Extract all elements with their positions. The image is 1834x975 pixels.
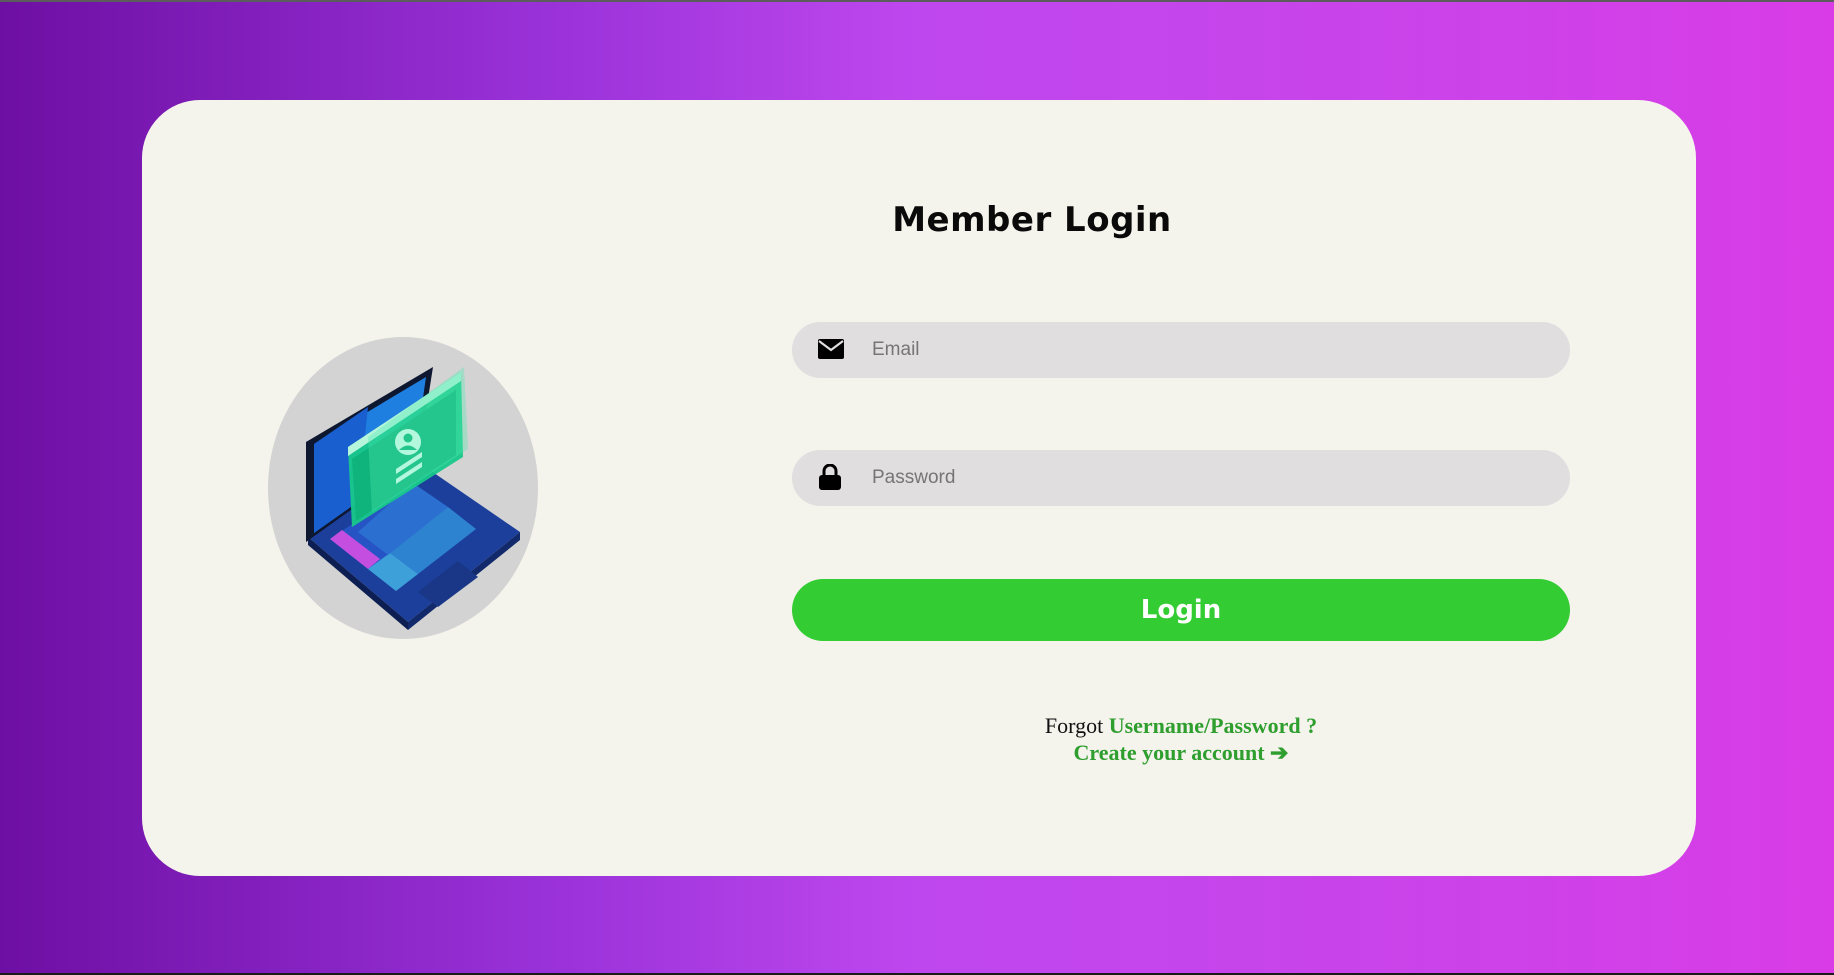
password-field[interactable] — [792, 450, 1570, 506]
lock-icon — [818, 463, 844, 490]
email-input[interactable] — [872, 322, 1532, 378]
forgot-line: Forgot Username/Password ? — [792, 712, 1570, 739]
top-border — [0, 0, 1834, 2]
login-card: Member Login Login Forgot Username/Passw… — [142, 100, 1696, 876]
create-account-link[interactable]: Create your account ➔ — [1074, 740, 1289, 765]
account-links: Forgot Username/Password ? Create your a… — [792, 712, 1570, 766]
email-field[interactable] — [792, 322, 1570, 378]
page-title: Member Login — [892, 200, 1172, 240]
login-button[interactable]: Login — [792, 579, 1570, 641]
forgot-password-link[interactable]: Username/Password ? — [1109, 713, 1317, 738]
envelope-icon — [818, 339, 844, 361]
create-account-line: Create your account ➔ — [792, 739, 1570, 766]
password-input[interactable] — [872, 450, 1532, 506]
laptop-illustration — [268, 337, 538, 639]
forgot-prefix: Forgot — [1044, 713, 1104, 738]
